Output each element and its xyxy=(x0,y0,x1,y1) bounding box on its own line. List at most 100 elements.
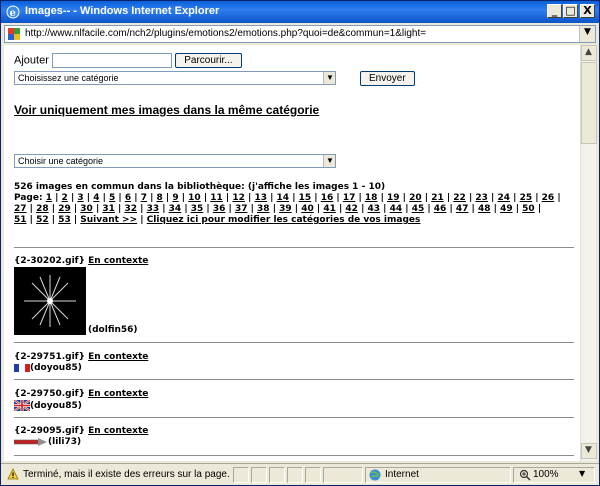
page-link[interactable]: 51 xyxy=(14,215,27,225)
status-pane xyxy=(233,467,249,483)
page-link[interactable]: 17 xyxy=(343,193,356,203)
page-link[interactable]: 42 xyxy=(345,204,358,214)
title-bar[interactable]: e Images-- - Windows Internet Explorer _… xyxy=(1,1,599,23)
divider xyxy=(14,342,574,343)
status-pane xyxy=(323,467,363,483)
upload-category-select[interactable]: Choisissez une catégorie ▼ xyxy=(14,71,336,85)
page-link[interactable]: 10 xyxy=(188,193,201,203)
page-link[interactable]: 6 xyxy=(125,193,131,203)
page-link[interactable]: 32 xyxy=(124,204,137,214)
page-link[interactable]: 7 xyxy=(141,193,147,203)
image-filename: {2-29095.gif} xyxy=(14,426,85,436)
page-link[interactable]: 23 xyxy=(475,193,488,203)
warning-icon[interactable] xyxy=(7,468,19,480)
page-link[interactable]: 45 xyxy=(412,204,425,214)
scroll-thumb[interactable] xyxy=(581,62,597,144)
page-link[interactable]: 50 xyxy=(522,204,535,214)
page-link[interactable]: 11 xyxy=(210,193,223,203)
page-link[interactable]: 16 xyxy=(321,193,334,203)
image-filename: {2-29751.gif} xyxy=(14,352,85,362)
context-link[interactable]: En contexte xyxy=(88,426,148,436)
page-link[interactable]: 39 xyxy=(279,204,292,214)
filter-heading-link[interactable]: Voir uniquement mes images dans la même … xyxy=(14,103,319,117)
page-link[interactable]: 13 xyxy=(254,193,267,203)
filter-category-select[interactable]: Choisir une catégorie ▼ xyxy=(14,154,336,168)
page-link[interactable]: 8 xyxy=(157,193,163,203)
browse-button[interactable]: Parcourir... xyxy=(175,53,242,68)
modify-categories-link[interactable]: Cliquez ici pour modifier les catégories… xyxy=(147,215,421,225)
context-link[interactable]: En contexte xyxy=(88,352,148,362)
page-link[interactable]: 22 xyxy=(453,193,466,203)
chevron-down-icon: ▼ xyxy=(326,73,334,82)
page-link[interactable]: 3 xyxy=(77,193,83,203)
context-link[interactable]: En contexte xyxy=(88,256,148,266)
scroll-down-button[interactable]: ▼ xyxy=(581,443,597,459)
security-zone-text: Internet xyxy=(385,469,419,480)
page-link[interactable]: 24 xyxy=(497,193,510,203)
page-link[interactable]: 49 xyxy=(500,204,513,214)
send-button[interactable]: Envoyer xyxy=(360,71,415,86)
page-link[interactable]: 21 xyxy=(431,193,444,203)
page-link[interactable]: 34 xyxy=(169,204,182,214)
address-dropdown-button[interactable]: ▼ xyxy=(579,26,595,42)
page-link[interactable]: 12 xyxy=(232,193,245,203)
page-link[interactable]: 31 xyxy=(102,204,115,214)
page-link[interactable]: 26 xyxy=(542,193,555,203)
vertical-scrollbar[interactable]: ▲ ▼ xyxy=(580,45,597,461)
page-link[interactable]: 30 xyxy=(80,204,93,214)
page-link[interactable]: 46 xyxy=(434,204,447,214)
page-link[interactable]: 53 xyxy=(58,215,71,225)
page-link[interactable]: 27 xyxy=(14,204,27,214)
page-link[interactable]: 36 xyxy=(213,204,226,214)
status-text: Terminé, mais il existe des erreurs sur … xyxy=(23,469,230,480)
page-link[interactable]: 38 xyxy=(257,204,270,214)
upload-label: Ajouter xyxy=(14,54,49,67)
page-link[interactable]: 2 xyxy=(62,193,68,203)
address-bar[interactable]: http://www.nlfacile.com/nch2/plugins/emo… xyxy=(4,25,596,43)
pages-label: Page: xyxy=(14,193,43,203)
zoom-icon xyxy=(519,469,531,481)
zoom-dropdown-icon[interactable]: ▼ xyxy=(579,469,585,478)
divider xyxy=(14,379,574,380)
page-link[interactable]: 29 xyxy=(58,204,71,214)
page-link[interactable]: 19 xyxy=(387,193,400,203)
page-link[interactable]: 33 xyxy=(147,204,160,214)
page-link[interactable]: 43 xyxy=(368,204,381,214)
image-user: (lili73) xyxy=(48,437,82,447)
page-link[interactable]: 40 xyxy=(301,204,314,214)
status-pane xyxy=(305,467,321,483)
page-link[interactable]: 5 xyxy=(109,193,115,203)
minimize-button[interactable]: _ xyxy=(547,4,562,18)
divider xyxy=(14,455,574,456)
file-path-input[interactable] xyxy=(52,53,173,68)
page-link[interactable]: 52 xyxy=(36,215,49,225)
uk-flag-image xyxy=(13,399,31,412)
page-link[interactable]: 1 xyxy=(46,193,52,203)
image-count-text: 526 images en commun dans la bibliothèqu… xyxy=(14,182,386,192)
svg-text:e: e xyxy=(10,8,16,19)
page-link[interactable]: 25 xyxy=(520,193,533,203)
page-link[interactable]: 15 xyxy=(299,193,312,203)
page-link[interactable]: 37 xyxy=(235,204,248,214)
page-link[interactable]: 48 xyxy=(478,204,491,214)
chevron-down-icon: ▼ xyxy=(326,156,334,165)
page-link[interactable]: 20 xyxy=(409,193,422,203)
page-link[interactable]: 28 xyxy=(36,204,49,214)
next-page-link[interactable]: Suivant >> xyxy=(80,215,137,225)
page-link[interactable]: 44 xyxy=(390,204,403,214)
image-entry-1-user: (dolfin56) xyxy=(88,325,138,335)
page-link[interactable]: 18 xyxy=(365,193,378,203)
page-link[interactable]: 35 xyxy=(191,204,204,214)
image-entry-4-header: {2-29095.gif} En contexte xyxy=(14,426,148,436)
divider xyxy=(14,247,574,248)
page-link[interactable]: 41 xyxy=(323,204,336,214)
page-link[interactable]: 4 xyxy=(93,193,99,203)
status-pane xyxy=(269,467,285,483)
maximize-button[interactable]: □ xyxy=(563,4,578,18)
scroll-up-button[interactable]: ▲ xyxy=(581,45,597,61)
page-link[interactable]: 47 xyxy=(456,204,469,214)
page-link[interactable]: 14 xyxy=(277,193,290,203)
context-link[interactable]: En contexte xyxy=(88,389,148,399)
page-link[interactable]: 9 xyxy=(172,193,178,203)
close-button[interactable]: X xyxy=(580,4,595,18)
